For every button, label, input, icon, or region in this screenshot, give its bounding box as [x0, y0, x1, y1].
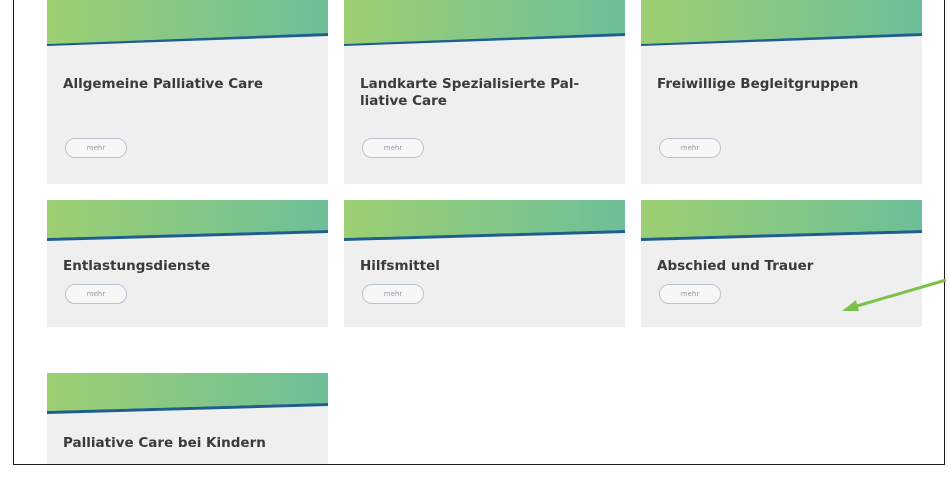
more-button[interactable]: mehr [659, 138, 721, 158]
card-title: Entlastungsdienste [63, 258, 211, 274]
card-hilfsmittel[interactable]: Hilfsmittel mehr [344, 200, 625, 327]
card-banner [641, 0, 922, 46]
more-button[interactable]: mehr [65, 284, 127, 304]
more-button[interactable]: mehr [65, 138, 127, 158]
card-banner [344, 200, 625, 241]
card-title: Allgemeine Palliative Care [63, 76, 264, 92]
card-banner [344, 0, 625, 46]
annotation-arrow-icon [842, 278, 947, 311]
card-entlastungsdienste[interactable]: Entlastungsdienste mehr [47, 200, 328, 327]
card-grid-frame: Allgemeine Palliative Care mehr Landkart… [13, 0, 945, 465]
more-button[interactable]: mehr [362, 284, 424, 304]
card-title: Freiwillige Begleitgruppen [657, 76, 859, 92]
more-button[interactable]: mehr [659, 284, 721, 304]
card-banner [47, 0, 328, 46]
card-banner [47, 373, 328, 414]
card-freiwillige-begleitgruppen[interactable]: Freiwillige Begleitgruppen mehr [641, 0, 922, 184]
card-banner [641, 200, 922, 241]
card-title: Abschied und Trauer [657, 258, 814, 274]
card-title: Hilfsmittel [360, 258, 440, 274]
card-title: Landkarte Spezialisierte Pal- liative Ca… [360, 76, 580, 109]
card-landkarte-spezialisierte-palliative-care[interactable]: Landkarte Spezialisierte Pal- liative Ca… [344, 0, 625, 184]
card-allgemeine-palliative-care[interactable]: Allgemeine Palliative Care mehr [47, 0, 328, 184]
card-title: Palliative Care bei Kindern [63, 435, 266, 451]
card-palliative-care-bei-kindern[interactable]: Palliative Care bei Kindern mehr [47, 373, 328, 464]
more-button[interactable]: mehr [362, 138, 424, 158]
card-banner [47, 200, 328, 241]
